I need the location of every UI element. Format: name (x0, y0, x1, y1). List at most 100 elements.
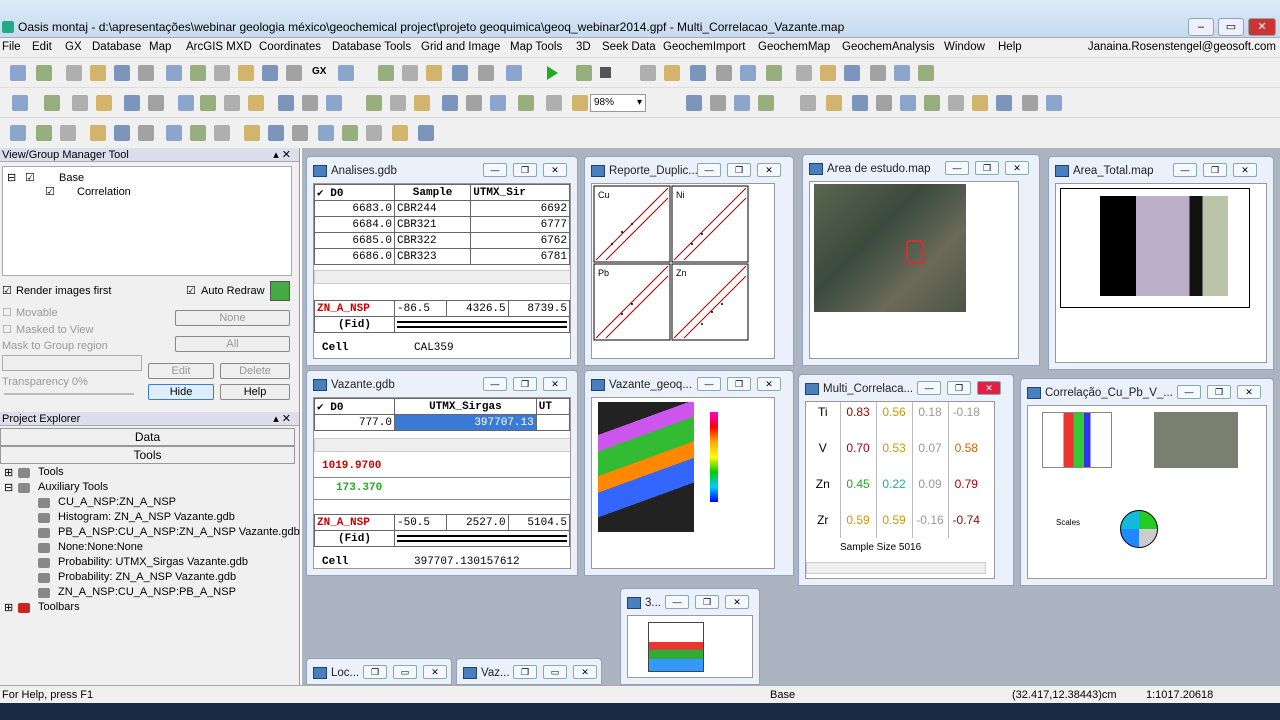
restore-icon[interactable]: ❐ (727, 377, 751, 391)
table-row[interactable]: 777.0 397707.13 (314, 414, 570, 431)
spreadsheet-analises[interactable]: ✔ D0 Sample UTMX_Sir 6683.0 CBR244 6692 66… (313, 183, 571, 359)
toolbar-tool-icon[interactable] (820, 65, 836, 81)
toolbar-tool-icon[interactable] (546, 95, 562, 111)
restore-icon[interactable]: ❐ (513, 377, 537, 391)
tree-expander[interactable]: ⊟ (4, 481, 13, 494)
cell[interactable]: 6781 (470, 248, 570, 265)
cell[interactable]: CBR244 (393, 200, 472, 217)
toolbar-tool-icon[interactable] (734, 95, 750, 111)
map-view[interactable]: Scales (1027, 405, 1267, 579)
restore-icon[interactable]: ❐ (1203, 163, 1227, 177)
toolbar-tool-icon[interactable] (268, 125, 284, 141)
menu-arcgis-mxd[interactable]: ArcGIS MXD (186, 41, 252, 53)
table-row[interactable]: 6684.0 CBR321 6777 (314, 216, 570, 233)
col-header[interactable]: UT (535, 398, 570, 415)
minimize-icon[interactable]: — (483, 163, 507, 177)
tree-expander[interactable]: ⊞ (4, 466, 13, 479)
restore-icon[interactable]: ❐ (1207, 385, 1231, 399)
toolbar-tool-icon[interactable] (90, 65, 106, 81)
toolbar-tool-icon[interactable] (418, 125, 434, 141)
map-view[interactable] (809, 181, 1019, 359)
window-correlacao[interactable]: Correlação_Cu_Pb_V_... — ❐ ✕ Scales (1020, 378, 1274, 586)
cell[interactable]: 777.0 (314, 414, 395, 431)
toolbar-tool-icon[interactable] (918, 65, 934, 81)
minimize-icon[interactable]: — (697, 163, 721, 177)
close-icon[interactable]: ✕ (1005, 161, 1029, 175)
cell-selected[interactable]: 397707.13 (394, 414, 537, 431)
cell[interactable]: 6683.0 (314, 200, 395, 217)
toolbar-tool-icon[interactable] (190, 125, 206, 141)
masked-checkbox[interactable]: ☐ (2, 323, 12, 336)
menu-window[interactable]: Window (944, 41, 985, 53)
toolbar-tool-icon[interactable] (414, 95, 430, 111)
cell[interactable]: 6686.0 (314, 248, 395, 265)
toolbar-tool-icon[interactable] (366, 125, 382, 141)
cell[interactable]: CBR323 (393, 248, 472, 265)
toolbar-tool-icon[interactable] (392, 125, 408, 141)
toolbar-tool-icon[interactable] (10, 125, 26, 141)
col-header[interactable]: Sample (393, 184, 472, 201)
toolbar-tool-icon[interactable] (114, 65, 130, 81)
menu-map-tools[interactable]: Map Tools (510, 41, 562, 53)
toolbar-tool-icon[interactable] (390, 95, 406, 111)
cell[interactable]: CBR322 (393, 232, 472, 249)
toolbar-tool-icon[interactable] (292, 125, 308, 141)
toolbar-tool-icon[interactable] (338, 65, 354, 81)
close-icon[interactable]: ✕ (543, 163, 567, 177)
window-vazante-gdb[interactable]: Vazante.gdb — ❐ ✕ ✔ D0 UTMX_Sirgas UT 77… (306, 370, 578, 576)
hide-button[interactable]: Hide (148, 384, 214, 400)
correlation-map[interactable]: Ti 0.83 0.56 0.18 -0.18 V 0.70 0.53 0.07 0.58 Zn 0.… (805, 401, 995, 579)
render-images-checkbox[interactable]: ☑ (2, 284, 12, 297)
window-vaz-minimized[interactable]: Vaz... ❐ ▭ ✕ (456, 658, 602, 685)
menu-database-tools[interactable]: Database Tools (332, 41, 411, 53)
window-multi-correlacao[interactable]: Multi_Correlaca... — ❐ ✕ Ti 0.83 0.56 0.18-… (798, 374, 1014, 586)
toolbar-tool-icon[interactable] (640, 65, 656, 81)
cell[interactable]: 6684.0 (314, 216, 395, 233)
tree-item-correlation[interactable]: Correlation (77, 186, 131, 198)
menu-seek-data[interactable]: Seek Data (602, 41, 656, 53)
toolbar-tool-icon[interactable] (870, 65, 886, 81)
restore-icon[interactable]: ❐ (513, 163, 537, 177)
menu-database[interactable]: Database (92, 41, 141, 53)
restore-icon[interactable]: ❐ (695, 595, 719, 609)
toolbar-tool-icon[interactable] (262, 65, 278, 81)
project-tree-item[interactable]: Tools (38, 466, 64, 478)
movable-checkbox[interactable]: ☐ (2, 306, 12, 319)
panel-close-icon[interactable]: ▴ ✕ (273, 412, 291, 426)
col-header[interactable]: ✔ D0 (314, 184, 395, 201)
maximize-icon[interactable]: ▭ (543, 665, 567, 679)
minimize-button[interactable]: – (1188, 18, 1214, 36)
scatter-matrix[interactable]: Cu Ni Pb Zn (591, 183, 775, 359)
stat-label[interactable]: ZN_A_NSP (314, 300, 395, 317)
menu-geochemmap[interactable]: GeochemMap (758, 41, 830, 53)
horizontal-scrollbar[interactable] (314, 270, 570, 284)
toolbar-tool-icon[interactable] (44, 95, 60, 111)
close-icon[interactable]: ✕ (757, 377, 781, 391)
cell[interactable]: CBR321 (393, 216, 472, 233)
toolbar-tool-icon[interactable] (478, 65, 494, 81)
menu-grid-and-image[interactable]: Grid and Image (421, 41, 500, 53)
toolbar-tool-icon[interactable] (826, 95, 842, 111)
menu-edit[interactable]: Edit (32, 41, 52, 53)
minimize-icon[interactable]: — (697, 377, 721, 391)
table-row[interactable]: 6683.0 CBR244 6692 (314, 200, 570, 217)
cell[interactable] (535, 414, 570, 431)
menu-geochemanalysis[interactable]: GeochemAnalysis (842, 41, 935, 53)
close-icon[interactable]: ✕ (977, 381, 1001, 395)
project-tree-item[interactable]: Auxiliary Tools (38, 481, 108, 493)
tree-expander[interactable]: ⊟ (7, 171, 16, 184)
tree-checkbox-correlation[interactable]: ☑ (45, 185, 55, 198)
restore-icon[interactable]: ❐ (975, 161, 999, 175)
toolbar-tool-icon[interactable] (402, 65, 418, 81)
horizontal-scrollbar[interactable] (806, 562, 986, 574)
group-select[interactable] (2, 355, 142, 371)
project-tree-item[interactable]: Histogram: ZN_A_NSP Vazante.gdb (58, 511, 235, 523)
menu-geochemimport[interactable]: GeochemImport (663, 41, 745, 53)
toolbar-tool-icon[interactable] (572, 95, 588, 111)
project-tree-item[interactable]: PB_A_NSP:CU_A_NSP:ZN_A_NSP Vazante.gdb (58, 526, 300, 538)
redraw-icon[interactable] (270, 281, 290, 301)
toolbar-tool-icon[interactable] (716, 65, 732, 81)
toolbar-tool-icon[interactable] (876, 95, 892, 111)
3d-view[interactable] (627, 615, 753, 678)
project-tree-item[interactable]: Probability: ZN_A_NSP Vazante.gdb (58, 571, 236, 583)
